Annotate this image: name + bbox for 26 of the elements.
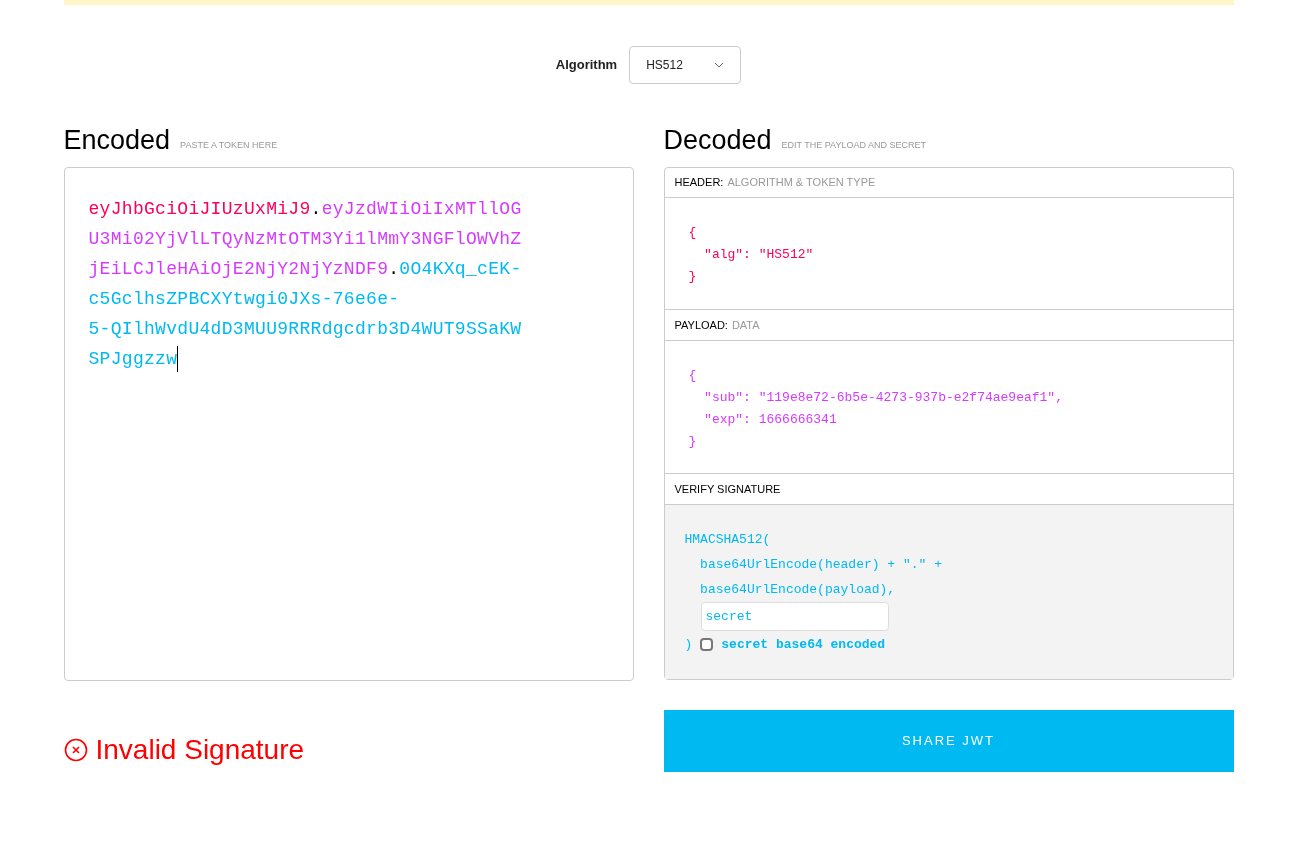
code-line: base64UrlEncode(payload), <box>699 581 896 599</box>
code-line: base64UrlEncode(header) + "." + <box>699 556 942 574</box>
secret-input[interactable]: secret <box>700 602 889 631</box>
panel-label: PAYLOAD: <box>674 317 728 333</box>
share-button[interactable]: SHARE JWT <box>663 710 1234 772</box>
panel-label: HEADER: <box>674 175 724 191</box>
section-title: Decoded <box>663 127 772 154</box>
section-hint: EDIT THE PAYLOAD AND SECRET <box>781 138 926 152</box>
panel-hint: DATA <box>731 317 760 333</box>
code-line: HMACSHA512( <box>684 531 771 549</box>
chevron-down-icon <box>714 62 725 68</box>
algorithm-label: Algorithm <box>555 56 618 75</box>
header-editor[interactable]: { "alg": "HS512" } <box>664 198 1233 310</box>
code-line: ) <box>684 636 693 654</box>
section-hint: PASTE A TOKEN HERE <box>180 138 278 152</box>
algorithm-select[interactable]: HS512 <box>629 46 742 84</box>
checkbox-label: secret base64 encoded <box>721 636 886 654</box>
signature-status: Invalid Signature <box>95 733 305 767</box>
payload-editor[interactable]: { "sub": "119e8e72-6b5e-4273-937b-e2f74ae9eaf1", "exp": 1666666341 } <box>664 341 1233 474</box>
base64-checkbox[interactable] <box>700 638 714 651</box>
text-cursor <box>177 346 179 372</box>
section-title: Encoded <box>63 127 171 154</box>
error-circle-icon <box>63 738 88 762</box>
panel-label: VERIFY SIGNATURE <box>674 481 781 497</box>
token-input[interactable]: eyJhbGciOiJIUzUxMiJ9.eyJzdWIiOiIxMTllOG U3Mi02YjVlLTQyNzMtOTM3Yi1lMmY3NGFlOWVhZ jEiLCJleHAiOjE2NjY2NjYzNDF9.0O4KXq_cEK- c5GclhsZPBCXYtwgi0JXs-76e6e- 5-QIlhWvdU4dD3MUU9RRRdgcdrb3D4WUT9SSaKW SPJggzzw <box>63 167 634 681</box>
panel-hint: ALGORITHM & TOKEN TYPE <box>727 175 876 191</box>
